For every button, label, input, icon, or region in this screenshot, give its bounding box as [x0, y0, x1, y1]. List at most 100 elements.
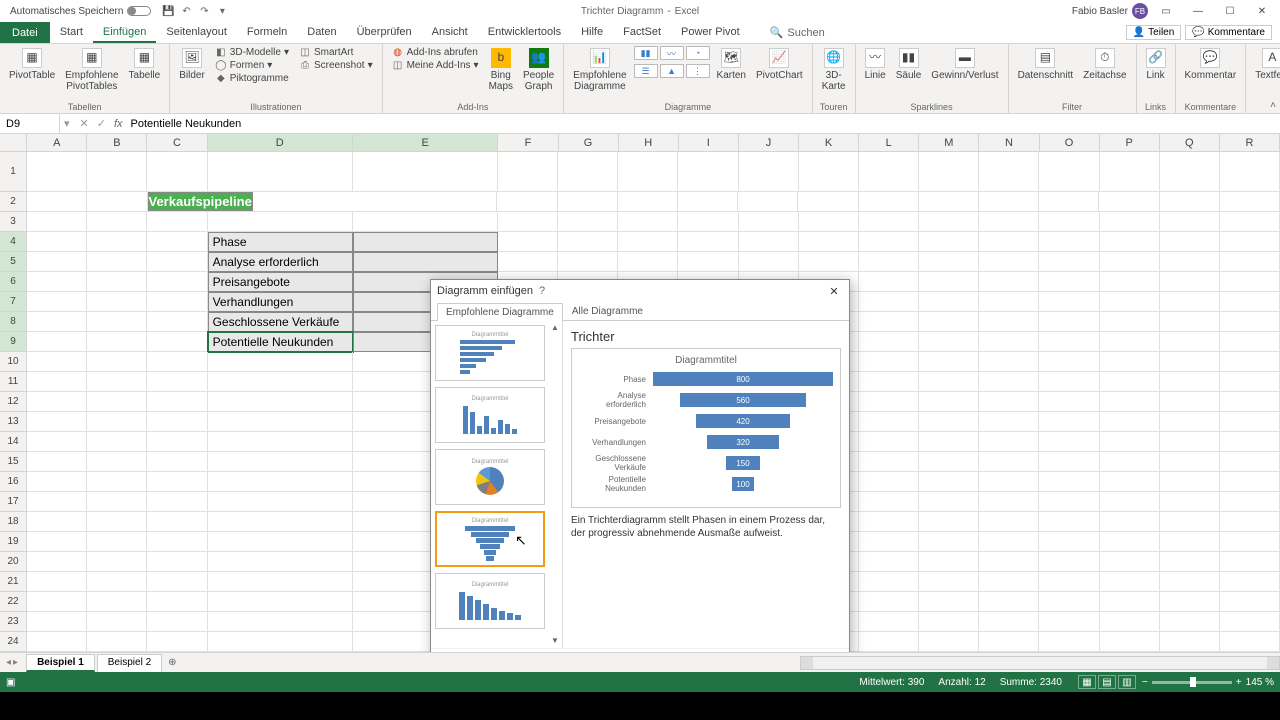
- cell[interactable]: [859, 632, 919, 652]
- cell[interactable]: [27, 292, 87, 312]
- cell[interactable]: [1100, 592, 1160, 612]
- cell[interactable]: [979, 272, 1039, 292]
- cell[interactable]: [979, 332, 1039, 352]
- cell[interactable]: [87, 232, 147, 252]
- cell[interactable]: [27, 492, 87, 512]
- tell-me-search[interactable]: 🔍 Suchen: [770, 26, 825, 39]
- select-all-corner[interactable]: [0, 134, 27, 151]
- cell[interactable]: [1100, 532, 1160, 552]
- cell[interactable]: [859, 552, 919, 572]
- cell[interactable]: [979, 292, 1039, 312]
- cell[interactable]: [87, 192, 147, 212]
- cell[interactable]: [1039, 592, 1099, 612]
- row-header[interactable]: 10: [0, 352, 27, 372]
- record-macro-icon[interactable]: ▣: [6, 677, 22, 688]
- cell[interactable]: [208, 472, 353, 492]
- cell[interactable]: [1220, 392, 1280, 412]
- formula-content[interactable]: Potentielle Neukunden: [131, 118, 242, 130]
- row-header[interactable]: 3: [0, 212, 27, 232]
- cell[interactable]: [208, 212, 353, 232]
- share-button[interactable]: 👤Teilen: [1126, 25, 1182, 40]
- cell[interactable]: [979, 152, 1039, 192]
- my-addins-button[interactable]: ◫Meine Add-Ins ▾: [389, 59, 482, 71]
- cell[interactable]: [798, 192, 858, 212]
- cell[interactable]: [1220, 152, 1280, 192]
- cell[interactable]: [859, 352, 919, 372]
- avatar[interactable]: FB: [1132, 3, 1148, 19]
- cell[interactable]: [147, 232, 207, 252]
- cell[interactable]: [859, 312, 919, 332]
- pictures-button[interactable]: 🖼Bilder: [176, 46, 208, 83]
- ribbon-tab-entwicklertools[interactable]: Entwicklertools: [478, 23, 571, 43]
- row-header[interactable]: 8: [0, 312, 27, 332]
- cell[interactable]: [1220, 432, 1280, 452]
- cell[interactable]: [919, 452, 979, 472]
- row-header[interactable]: 16: [0, 472, 27, 492]
- cell[interactable]: [1220, 492, 1280, 512]
- cell[interactable]: [1100, 432, 1160, 452]
- cell[interactable]: [1039, 372, 1099, 392]
- cell[interactable]: [979, 312, 1039, 332]
- cell[interactable]: [87, 592, 147, 612]
- cell[interactable]: [1220, 252, 1280, 272]
- column-header[interactable]: H: [619, 134, 679, 151]
- link-button[interactable]: 🔗Link: [1143, 46, 1169, 83]
- cell[interactable]: [87, 312, 147, 332]
- sparkline-line-button[interactable]: 〰Linie: [862, 46, 889, 83]
- cell[interactable]: [1039, 212, 1099, 232]
- row-header[interactable]: 23: [0, 612, 27, 632]
- cell[interactable]: [1100, 412, 1160, 432]
- cell[interactable]: [147, 152, 207, 192]
- cell[interactable]: [859, 332, 919, 352]
- cell[interactable]: [919, 332, 979, 352]
- cell[interactable]: [678, 252, 738, 272]
- cell[interactable]: [147, 292, 207, 312]
- cell[interactable]: [27, 512, 87, 532]
- cell[interactable]: [859, 612, 919, 632]
- cell[interactable]: [87, 412, 147, 432]
- cell[interactable]: [1220, 212, 1280, 232]
- cell[interactable]: [1100, 252, 1160, 272]
- cell[interactable]: [27, 252, 87, 272]
- cell[interactable]: [859, 252, 919, 272]
- cell[interactable]: [1160, 152, 1220, 192]
- timeline-button[interactable]: ⏱Zeitachse: [1080, 46, 1129, 83]
- cell[interactable]: [859, 232, 919, 252]
- cell[interactable]: [1160, 432, 1220, 452]
- cell[interactable]: [208, 152, 353, 192]
- cell[interactable]: [1160, 392, 1220, 412]
- cell[interactable]: [979, 552, 1039, 572]
- cell[interactable]: [1039, 452, 1099, 472]
- tab-all-charts[interactable]: Alle Diagramme: [563, 302, 652, 320]
- page-break-view-icon[interactable]: ▥: [1118, 675, 1136, 689]
- cell[interactable]: [558, 192, 618, 212]
- cell[interactable]: [87, 572, 147, 592]
- cell[interactable]: [979, 392, 1039, 412]
- column-header[interactable]: G: [559, 134, 619, 151]
- zoom-level[interactable]: 145 %: [1246, 677, 1274, 688]
- cell[interactable]: [558, 152, 618, 192]
- tab-recommended-charts[interactable]: Empfohlene Diagramme: [437, 303, 563, 321]
- cell[interactable]: [919, 532, 979, 552]
- cell[interactable]: [147, 432, 207, 452]
- maps-button[interactable]: 🗺Karten: [714, 46, 749, 83]
- cell[interactable]: [739, 212, 799, 232]
- cell[interactable]: [147, 492, 207, 512]
- textbox-button[interactable]: ATextfeld: [1252, 46, 1280, 83]
- cell[interactable]: [1039, 192, 1099, 212]
- table-cell[interactable]: Phase: [208, 232, 353, 252]
- cell[interactable]: [1160, 212, 1220, 232]
- cell[interactable]: [1220, 592, 1280, 612]
- cell[interactable]: [27, 152, 87, 192]
- cell[interactable]: [27, 332, 87, 352]
- cell[interactable]: [1100, 352, 1160, 372]
- row-header[interactable]: 1: [0, 152, 27, 192]
- cell[interactable]: [87, 372, 147, 392]
- cell[interactable]: [27, 632, 87, 652]
- cell[interactable]: [979, 452, 1039, 472]
- cell[interactable]: [919, 152, 979, 192]
- cell[interactable]: [1039, 632, 1099, 652]
- chart-thumb-clustered-bar[interactable]: Diagrammtitel: [435, 325, 545, 381]
- cell[interactable]: [1160, 192, 1220, 212]
- ribbon-tab-ansicht[interactable]: Ansicht: [422, 23, 478, 43]
